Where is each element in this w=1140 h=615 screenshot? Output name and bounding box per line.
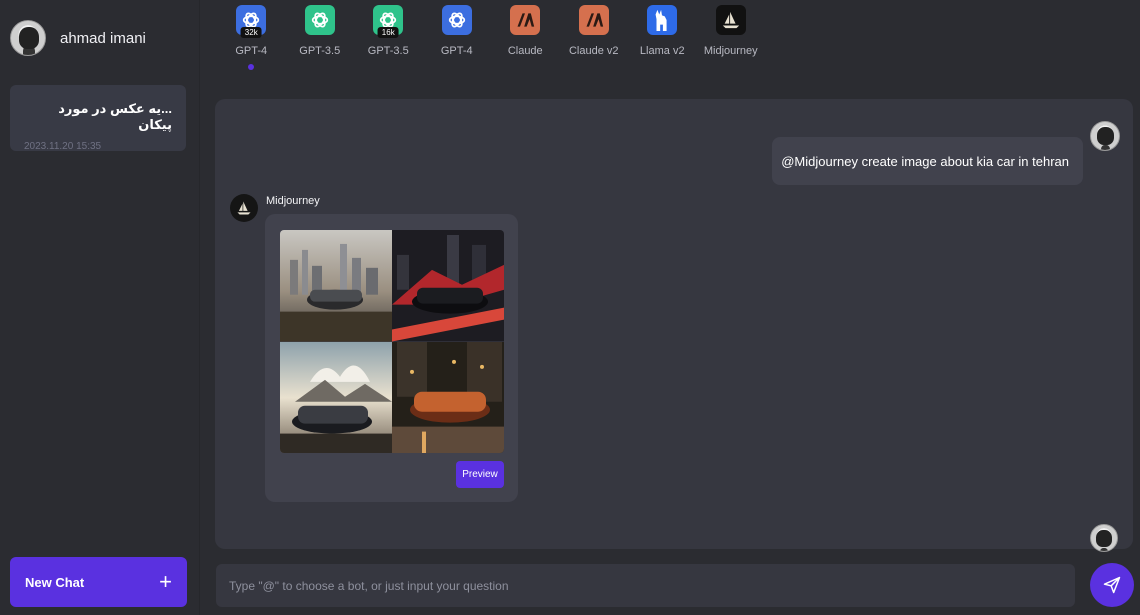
bot-claude-v2[interactable]: Claude v2 — [560, 5, 629, 70]
bot-midjourney[interactable]: Midjourney — [697, 5, 766, 70]
context-badge: 16k — [377, 27, 399, 38]
bot-message-sender: Midjourney — [266, 195, 320, 207]
bot-selector: 32k GPT-4 GPT-3.5 16k GPT-3.5 GPT-4 Clau… — [217, 5, 765, 70]
openai-icon — [304, 5, 335, 35]
preview-button[interactable]: Preview — [456, 461, 504, 488]
new-chat-label: New Chat — [25, 574, 85, 590]
anthropic-icon — [510, 5, 541, 35]
midjourney-icon — [715, 5, 746, 35]
chat-item-timestamp: 2023.11.20 15:35 — [24, 141, 102, 152]
bot-gpt4[interactable]: GPT-4 — [423, 5, 492, 70]
bot-label: Midjourney — [703, 45, 758, 57]
llama-icon — [647, 5, 678, 35]
bot-label: Claude — [507, 45, 543, 57]
avatar — [1090, 121, 1120, 151]
openai-icon — [441, 5, 472, 35]
generated-image-3[interactable] — [280, 341, 392, 453]
generated-image-grid[interactable] — [280, 230, 504, 453]
message-input[interactable] — [216, 564, 1075, 607]
message-input-container — [216, 564, 1075, 607]
context-badge: 32k — [240, 27, 262, 38]
generated-image-1[interactable] — [280, 230, 392, 342]
send-button[interactable] — [1090, 563, 1134, 607]
bot-label: GPT-4 — [440, 45, 473, 57]
user-message-avatar — [1090, 524, 1118, 552]
generated-image-2[interactable] — [392, 230, 504, 342]
bot-label: GPT-3.5 — [367, 45, 409, 57]
user-message-avatar — [1090, 121, 1120, 151]
bot-label: Claude v2 — [568, 45, 619, 57]
user-profile[interactable]: ahmad imani — [10, 20, 146, 56]
bot-message-bubble: Preview — [265, 214, 518, 502]
user-name: ahmad imani — [60, 29, 146, 47]
midjourney-avatar-icon — [230, 194, 258, 222]
plus-icon: + — [159, 569, 172, 594]
bot-label: Llama v2 — [639, 45, 685, 57]
bot-llama-v2[interactable]: Llama v2 — [628, 5, 697, 70]
openai-icon: 32k — [236, 5, 267, 38]
new-chat-button[interactable]: New Chat + — [10, 557, 187, 607]
user-message-text: @Midjourney create image about kia car i… — [781, 153, 1069, 169]
bot-gpt4-32k[interactable]: 32k GPT-4 — [217, 5, 286, 70]
chat-item-title: ...یه عکس در مورد پیکان — [58, 101, 172, 132]
anthropic-icon — [578, 5, 609, 35]
bot-claude[interactable]: Claude — [491, 5, 560, 70]
bot-label: GPT-4 — [235, 45, 268, 57]
avatar — [1090, 524, 1118, 552]
user-avatar — [10, 20, 46, 56]
chat-history-item[interactable]: ...یه عکس در مورد پیکان 2023.11.20 15:35 — [10, 85, 186, 152]
sidebar: ahmad imani ...یه عکس در مورد پیکان 2023… — [0, 0, 200, 615]
bot-gpt35[interactable]: GPT-3.5 — [286, 5, 355, 70]
send-icon — [1103, 576, 1121, 594]
chat-panel[interactable]: @Midjourney create image about kia car i… — [215, 99, 1133, 552]
generated-image-4[interactable] — [392, 341, 504, 453]
bot-label: GPT-3.5 — [299, 45, 341, 57]
openai-icon: 16k — [373, 5, 404, 38]
user-message-bubble: @Midjourney create image about kia car i… — [772, 137, 1083, 185]
bot-gpt35-16k[interactable]: 16k GPT-3.5 — [354, 5, 423, 70]
selected-indicator — [248, 64, 255, 70]
